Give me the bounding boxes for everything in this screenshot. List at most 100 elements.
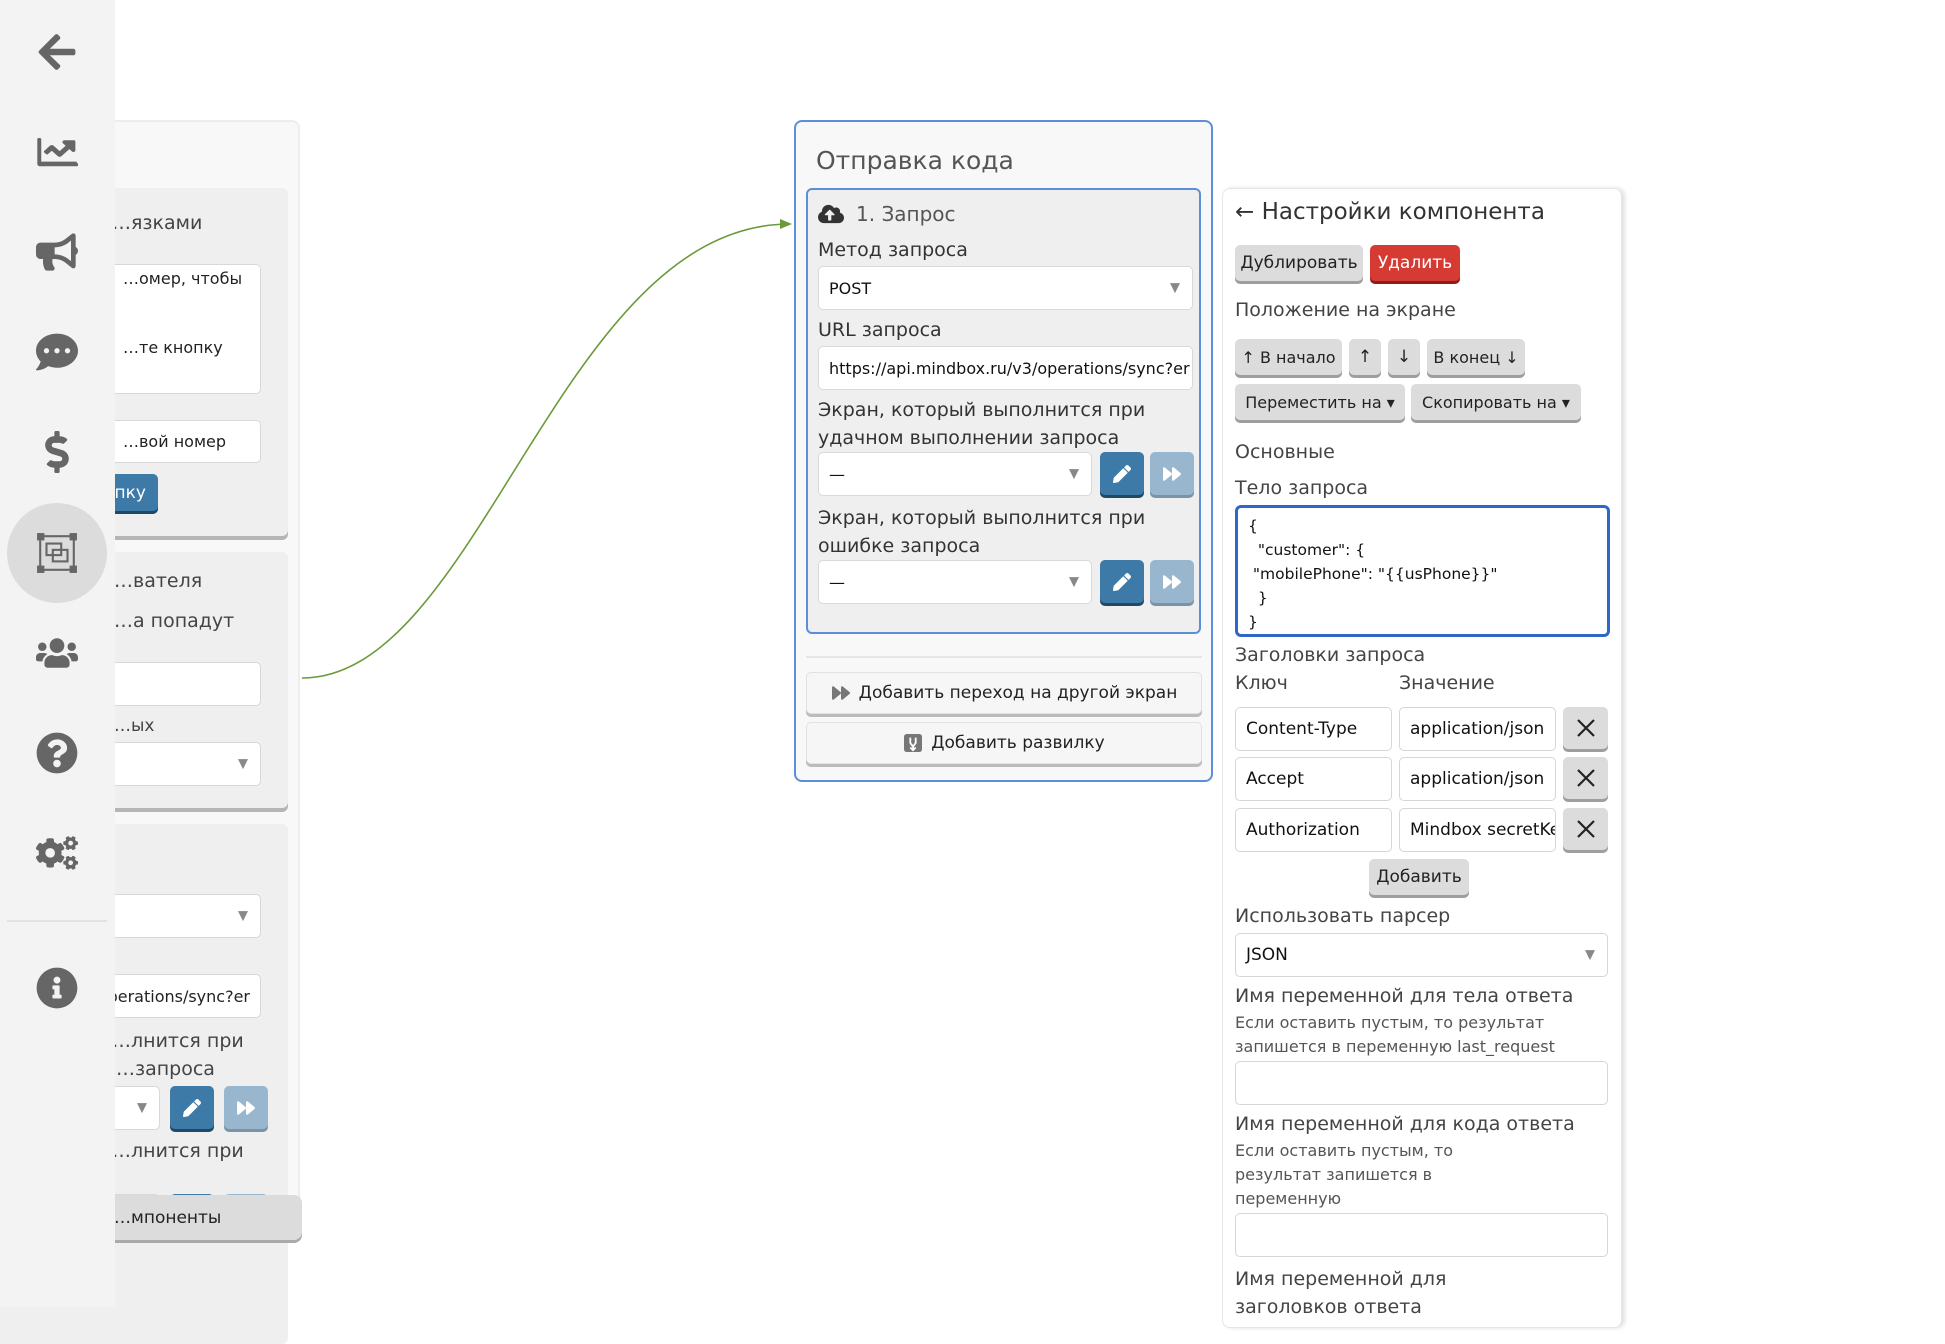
left-block-1-title: …язками xyxy=(112,212,203,234)
edit-screen-button[interactable] xyxy=(170,1086,214,1129)
add-transition-button[interactable]: Добавить переход на другой экран xyxy=(806,672,1202,714)
method-value: POST xyxy=(829,278,872,298)
move-up-button[interactable]: ↑ xyxy=(1349,339,1381,375)
fork-icon xyxy=(904,734,923,752)
fast-forward-icon xyxy=(831,686,850,700)
edit-error-screen-button[interactable] xyxy=(1100,560,1144,603)
method-select[interactable]: POST ▼ xyxy=(818,266,1193,310)
header-key-input[interactable]: Content-Type xyxy=(1235,707,1392,751)
header-value-column: Значение xyxy=(1399,672,1495,694)
caret-down-icon: ▼ xyxy=(1069,574,1079,590)
parser-select[interactable]: JSON ▼ xyxy=(1235,933,1608,977)
textarea-line: …те кнопку xyxy=(123,338,223,357)
users-icon xyxy=(36,638,78,668)
cloud-upload-icon xyxy=(818,204,844,224)
header-value-input[interactable]: Mindbox secretKey xyxy=(1399,808,1556,852)
response-headers-var-label: Имя переменной для заголовков ответа xyxy=(1235,1268,1447,1318)
fast-forward-icon xyxy=(1163,574,1181,589)
component-settings-panel: ← Настройки компонента Дублировать Удали… xyxy=(1222,188,1622,1328)
sidebar-item-back[interactable] xyxy=(7,2,107,102)
duplicate-button[interactable]: Дублировать xyxy=(1235,245,1363,281)
sidebar-item-settings[interactable] xyxy=(7,803,107,903)
caret-down-icon: ▼ xyxy=(1170,280,1180,296)
dollar-icon xyxy=(45,431,69,473)
sidebar-item-audience[interactable] xyxy=(7,603,107,703)
delete-button[interactable]: Удалить xyxy=(1370,245,1460,281)
connector-arrow[interactable] xyxy=(301,219,792,679)
sidebar-item-billing[interactable] xyxy=(7,402,107,502)
position-label: Положение на экране xyxy=(1235,299,1456,321)
components-button[interactable]: …мпоненты xyxy=(100,1195,302,1240)
fast-forward-icon xyxy=(237,1100,255,1115)
response-body-var-hint: Если оставить пустым, то результат запиш… xyxy=(1235,1013,1555,1056)
left-block-3-label: …лнится при xyxy=(112,1140,244,1162)
go-success-screen-button[interactable] xyxy=(1150,452,1194,495)
error-screen-value: — xyxy=(829,572,845,592)
objects-group-icon xyxy=(37,533,77,573)
main-section-label: Основные xyxy=(1235,441,1335,463)
response-body-var-input[interactable] xyxy=(1235,1061,1608,1105)
move-down-button[interactable]: ↓ xyxy=(1388,339,1420,375)
move-to-dropdown[interactable]: Переместить на ▾ xyxy=(1235,384,1405,420)
sidebar-item-editor[interactable] xyxy=(7,503,107,603)
go-to-screen-button[interactable] xyxy=(224,1086,268,1129)
pencil-icon xyxy=(1113,464,1131,483)
add-fork-button[interactable]: Добавить развилку xyxy=(806,722,1202,764)
request-component[interactable]: 1. Запрос Метод запроса POST ▼ URL запро… xyxy=(806,188,1201,634)
sidebar-item-analytics[interactable] xyxy=(7,102,107,202)
success-screen-select[interactable]: — ▼ xyxy=(818,452,1092,496)
move-to-start-button[interactable]: ↑ В начало xyxy=(1235,339,1342,375)
add-transition-label: Добавить переход на другой экран xyxy=(858,683,1178,703)
info-circle-icon xyxy=(36,967,78,1009)
remove-header-button[interactable] xyxy=(1563,808,1608,850)
remove-header-button[interactable] xyxy=(1563,707,1608,749)
fast-forward-icon xyxy=(1163,466,1181,481)
parser-label: Использовать парсер xyxy=(1235,905,1451,927)
left-block-3-label: …запроса xyxy=(116,1058,215,1080)
request-title: 1. Запрос xyxy=(856,202,956,226)
header-value-input[interactable]: application/json xyxy=(1399,757,1556,801)
request-headers-label: Заголовки запроса xyxy=(1235,644,1426,666)
success-screen-label: Экран, который выполнится при удачном вы… xyxy=(818,399,1146,449)
settings-title-back-link[interactable]: ← Настройки компонента xyxy=(1235,199,1545,225)
sidebar-item-messages[interactable] xyxy=(7,302,107,402)
header-key-input[interactable]: Authorization xyxy=(1235,808,1392,852)
sidebar-item-help[interactable] xyxy=(7,703,107,803)
success-screen-value: — xyxy=(829,464,845,484)
pencil-icon xyxy=(1113,572,1131,591)
remove-header-button[interactable] xyxy=(1563,757,1608,799)
question-circle-icon xyxy=(36,732,78,774)
textarea-line: …омер, чтобы xyxy=(123,269,243,288)
close-icon xyxy=(1576,820,1595,838)
copy-to-dropdown[interactable]: Скопировать на ▾ xyxy=(1411,384,1581,420)
url-input[interactable]: https://api.mindbox.ru/v3/operations/syn… xyxy=(818,346,1193,390)
method-label: Метод запроса xyxy=(818,239,968,261)
pencil-icon xyxy=(183,1098,201,1117)
move-to-end-button[interactable]: В конец ↓ xyxy=(1427,339,1525,375)
error-screen-label: Экран, который выполнится при ошибке зап… xyxy=(818,507,1146,557)
caret-down-icon: ▼ xyxy=(1069,466,1079,482)
screen-card-send-code[interactable]: Отправка кода 1. Запрос Метод запроса PO… xyxy=(794,120,1213,782)
card-divider xyxy=(806,656,1202,658)
response-body-var-label: Имя переменной для тела ответа xyxy=(1235,985,1574,1007)
sidebar-item-campaigns[interactable] xyxy=(7,202,107,302)
response-code-var-input[interactable] xyxy=(1235,1213,1608,1257)
response-code-var-label: Имя переменной для кода ответа xyxy=(1235,1113,1575,1135)
add-header-button[interactable]: Добавить xyxy=(1369,859,1469,895)
gears-icon xyxy=(36,836,78,870)
header-key-input[interactable]: Accept xyxy=(1235,757,1392,801)
request-body-textarea[interactable]: { "customer": { "mobilePhone": "{{usPhon… xyxy=(1235,505,1610,637)
parser-value: JSON xyxy=(1246,945,1288,965)
card-title: Отправка кода xyxy=(816,146,1014,175)
caret-down-icon: ▼ xyxy=(1585,947,1595,963)
sidebar-item-info[interactable] xyxy=(7,938,107,1038)
go-error-screen-button[interactable] xyxy=(1150,560,1194,603)
edit-success-screen-button[interactable] xyxy=(1100,452,1144,495)
left-block-2-text: …а попадут xyxy=(114,610,235,632)
close-icon xyxy=(1576,719,1595,737)
sidebar-divider xyxy=(7,920,107,922)
error-screen-select[interactable]: — ▼ xyxy=(818,560,1092,604)
left-block-2-label: …ых xyxy=(114,716,155,736)
header-value-input[interactable]: application/json xyxy=(1399,707,1556,751)
left-block-2-title: …вателя xyxy=(114,570,203,592)
